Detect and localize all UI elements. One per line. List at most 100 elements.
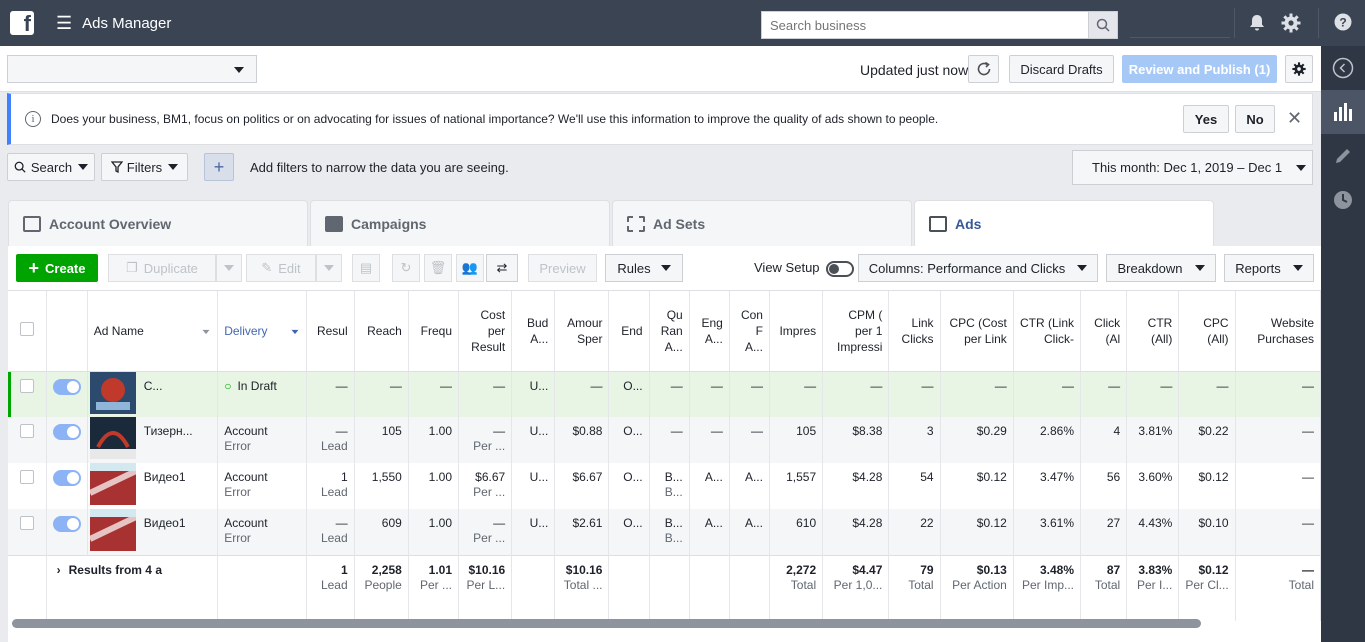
edit-menu-button[interactable]	[316, 254, 342, 282]
breakdown-dropdown[interactable]: Breakdown	[1106, 254, 1216, 282]
tab-campaigns[interactable]: Campaigns	[310, 200, 610, 246]
audience-button[interactable]: 👥	[456, 254, 484, 282]
column-header-ctr-link[interactable]: CTR (Link Click-	[1013, 291, 1082, 372]
close-icon[interactable]: ✕	[1287, 108, 1302, 129]
gear-icon[interactable]	[1281, 13, 1301, 33]
clock-icon[interactable]	[1321, 178, 1365, 222]
notice-yes-button[interactable]: Yes	[1183, 105, 1229, 133]
edit-button[interactable]: ✎ Edit	[246, 254, 316, 282]
column-header-clicks-all[interactable]: Click (Al	[1080, 291, 1128, 372]
ad-toggle[interactable]	[46, 463, 88, 509]
ad-name[interactable]: Тизерн...	[144, 424, 193, 439]
columns-dropdown[interactable]: Columns: Performance and Clicks	[858, 254, 1098, 282]
column-header-ctr-all[interactable]: CTR (All)	[1126, 291, 1180, 372]
tab-account-overview[interactable]: Account Overview	[8, 200, 308, 246]
filters-dropdown-button[interactable]: Filters	[101, 153, 188, 181]
refresh-button[interactable]	[968, 55, 999, 83]
column-header-cpm[interactable]: CPM ( per 1 Impressi	[822, 291, 890, 372]
chevron-down-icon	[324, 265, 334, 271]
tab-ads[interactable]: Ads	[914, 200, 1214, 246]
reports-dropdown[interactable]: Reports	[1224, 254, 1314, 282]
column-header-conversion-ranking[interactable]: Con F A...	[729, 291, 770, 372]
column-header-website-purchases[interactable]: Website Purchases	[1235, 291, 1321, 372]
column-header-ad-name[interactable]: Ad Name	[87, 291, 219, 372]
toggle-switch[interactable]	[52, 516, 81, 532]
table-row[interactable]: C... ○ In Draft — — — — U... — O... — — — — — — — — — — — —	[8, 371, 1321, 417]
cell-ctr-all: 4.43%	[1126, 509, 1180, 555]
column-header-amount-spent[interactable]: Amour Sper	[554, 291, 610, 372]
facebook-logo[interactable]: f	[10, 11, 34, 36]
column-header-results[interactable]: Resul	[306, 291, 355, 372]
toggle-switch[interactable]	[52, 424, 81, 440]
row-checkbox[interactable]	[8, 371, 47, 417]
toggle-switch[interactable]	[52, 470, 81, 486]
create-button[interactable]: + Create	[16, 254, 98, 282]
hamburger-menu-icon[interactable]: ☰	[56, 13, 72, 34]
table-row[interactable]: Тизерн... Account Error — Lead 105 1.00— Per ..…	[8, 417, 1321, 463]
preview-button[interactable]: Preview	[528, 254, 597, 282]
search-dropdown-button[interactable]: Search	[7, 153, 95, 181]
discard-drafts-button[interactable]: Discard Drafts	[1009, 55, 1114, 83]
duplicate-button[interactable]: ❐ Duplicate	[108, 254, 216, 282]
column-header-impressions[interactable]: Impres	[769, 291, 824, 372]
clipboard-button[interactable]: ▤	[352, 254, 380, 282]
ad-name[interactable]: Видео1	[144, 470, 186, 485]
help-icon[interactable]: ?	[1334, 13, 1354, 33]
ad-name-cell[interactable]: C...	[87, 371, 219, 417]
add-filter-button[interactable]: +	[204, 153, 234, 181]
column-header-engagement-ranking[interactable]: Eng A...	[689, 291, 730, 372]
column-header-budget[interactable]: Bud A...	[511, 291, 556, 372]
column-header-reach[interactable]: Reach	[354, 291, 409, 372]
account-name-field[interactable]	[1130, 8, 1230, 38]
pencil-icon[interactable]	[1321, 134, 1365, 178]
ad-toggle[interactable]	[46, 509, 88, 555]
account-selector[interactable]	[7, 55, 257, 83]
settings-button[interactable]	[1285, 55, 1313, 83]
total-ctr-all: 3.83% Per I...	[1126, 554, 1180, 621]
ad-toggle[interactable]	[46, 417, 88, 463]
column-header-delivery[interactable]: Delivery	[217, 291, 307, 372]
rules-dropdown[interactable]: Rules	[605, 254, 683, 282]
business-search-input[interactable]	[762, 12, 1088, 38]
horizontal-scrollbar[interactable]	[12, 619, 1201, 628]
view-setup-toggle[interactable]: View Setup	[754, 260, 854, 277]
row-checkbox[interactable]	[8, 509, 47, 555]
tab-ad-sets[interactable]: Ad Sets	[612, 200, 912, 246]
review-and-publish-button[interactable]: Review and Publish (1)	[1122, 55, 1277, 83]
chevron-down-icon	[168, 164, 179, 170]
chevron-down-icon	[1194, 265, 1205, 271]
ad-name-cell[interactable]: Видео1	[87, 463, 219, 509]
table-row[interactable]: Видео1 Account Error — Lead 609 1.00— Per ... U.…	[8, 509, 1321, 555]
column-header-link-clicks[interactable]: Link Clicks	[888, 291, 941, 372]
ad-name-cell[interactable]: Видео1	[87, 509, 219, 555]
select-all-checkbox[interactable]	[8, 291, 47, 372]
column-header-cost-per-result[interactable]: Cost per Result	[458, 291, 513, 372]
duplicate-menu-button[interactable]	[216, 254, 242, 282]
ad-name[interactable]: C...	[144, 379, 163, 394]
notice-no-button[interactable]: No	[1235, 105, 1275, 133]
compare-button[interactable]: ⇄	[486, 254, 518, 282]
ad-name[interactable]: Видео1	[144, 516, 186, 531]
totals-expander[interactable]: › Results from 4 a	[46, 554, 219, 621]
delivery-status: In Draft	[237, 378, 277, 393]
toggle-switch[interactable]	[52, 378, 81, 395]
column-header-cpc-link[interactable]: CPC (Cost per Link	[940, 291, 1014, 372]
bell-icon[interactable]	[1247, 13, 1267, 33]
column-header-ends[interactable]: End	[608, 291, 650, 372]
ad-name-cell[interactable]: Тизерн...	[87, 417, 219, 463]
table-row[interactable]: Видео1 Account Error 1 Lead 1,550 1.00 $6.67 Per…	[8, 463, 1321, 509]
revert-button[interactable]: ↻	[392, 254, 420, 282]
column-header-frequency[interactable]: Frequ	[408, 291, 460, 372]
row-checkbox[interactable]	[8, 417, 47, 463]
collapse-panel-icon[interactable]	[1321, 46, 1365, 90]
toggle-switch[interactable]	[825, 260, 854, 277]
bar-chart-icon[interactable]	[1321, 90, 1365, 134]
row-checkbox[interactable]	[8, 463, 47, 509]
ad-toggle[interactable]	[46, 371, 88, 417]
column-header-quality-ranking[interactable]: Qu Ran A...	[649, 291, 690, 372]
cell-ctr-all: 3.81%	[1126, 417, 1180, 463]
search-icon[interactable]	[1088, 12, 1117, 38]
column-header-cpc-all[interactable]: CPC (All)	[1178, 291, 1236, 372]
date-range-picker[interactable]: This month: Dec 1, 2019 – Dec 1	[1072, 150, 1313, 185]
delete-button[interactable]: 🗑	[424, 254, 452, 282]
